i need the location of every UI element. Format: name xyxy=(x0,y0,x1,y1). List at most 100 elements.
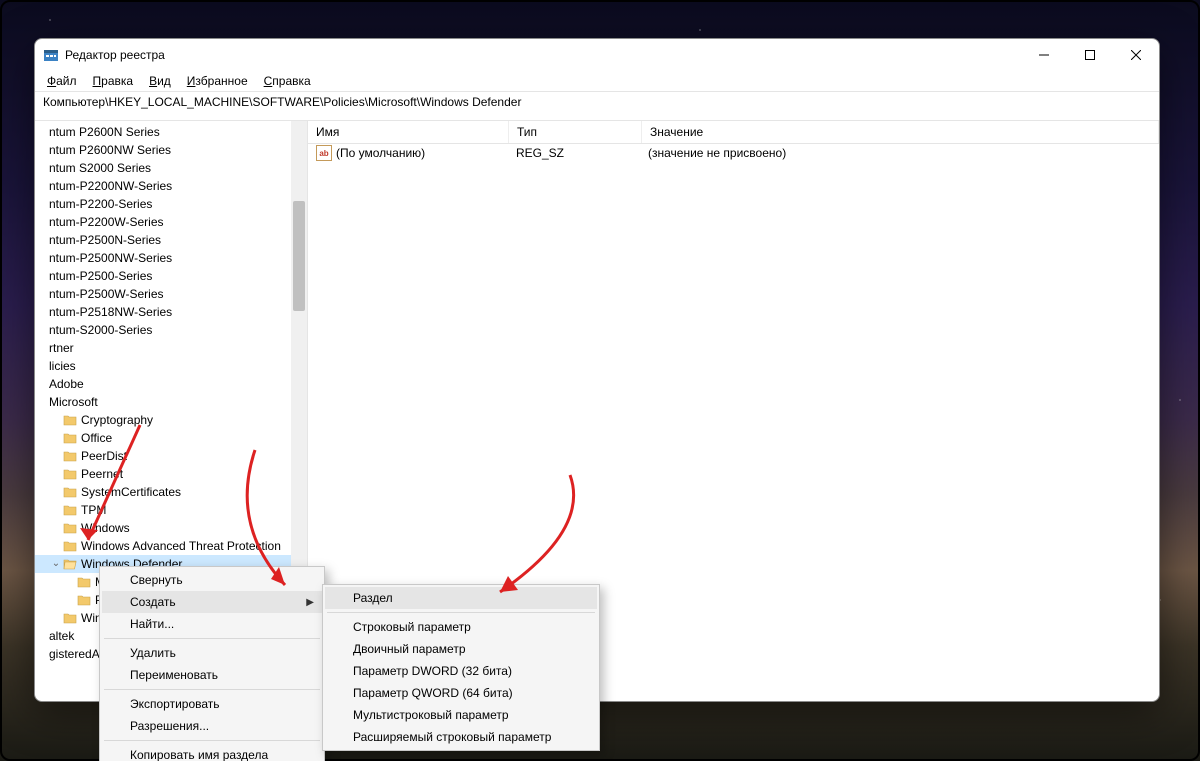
tree-item-label: ntum-P2500N-Series xyxy=(49,231,161,249)
folder-icon xyxy=(63,540,77,552)
folder-icon xyxy=(63,450,77,462)
context-menu: Свернуть Создать ▶ Найти... Удалить Пере… xyxy=(99,566,325,761)
tree-item[interactable]: Office xyxy=(35,429,307,447)
context-submenu-new: Раздел Строковый параметр Двоичный парам… xyxy=(322,584,600,751)
ctx-permissions[interactable]: Разрешения... xyxy=(102,715,322,737)
tree-item[interactable]: Windows Advanced Threat Protection xyxy=(35,537,307,555)
tree-item-label: ntum-P2518NW-Series xyxy=(49,303,172,321)
tree-item[interactable]: ntum S2000 Series xyxy=(35,159,307,177)
reg-sz-icon: ab xyxy=(316,145,332,161)
tree-item[interactable]: rtner xyxy=(35,339,307,357)
tree-item-label: Microsoft xyxy=(49,393,98,411)
tree-item[interactable]: ntum-S2000-Series xyxy=(35,321,307,339)
tree-item[interactable]: ntum-P2500-Series xyxy=(35,267,307,285)
ctx-new[interactable]: Создать ▶ xyxy=(102,591,322,613)
tree-item-label: Cryptography xyxy=(81,411,153,429)
tree-item[interactable]: ntum-P2200-Series xyxy=(35,195,307,213)
ctx-new-key[interactable]: Раздел xyxy=(325,587,597,609)
ctx-export[interactable]: Экспортировать xyxy=(102,693,322,715)
tree-item[interactable]: TPM xyxy=(35,501,307,519)
desktop-wallpaper: Редактор реестра Файл Правка Вид Избранн… xyxy=(0,0,1200,761)
ctx-copy-key-name[interactable]: Копировать имя раздела xyxy=(102,744,322,761)
titlebar[interactable]: Редактор реестра xyxy=(35,39,1159,71)
folder-icon xyxy=(77,576,91,588)
col-value[interactable]: Значение xyxy=(642,121,1159,143)
ctx-find[interactable]: Найти... xyxy=(102,613,322,635)
tree-item[interactable]: ntum-P2518NW-Series xyxy=(35,303,307,321)
tree-item[interactable]: Windows xyxy=(35,519,307,537)
ctx-new-multistring[interactable]: Мультистроковый параметр xyxy=(325,704,597,726)
menu-file[interactable]: Файл xyxy=(41,72,83,90)
submenu-arrow-icon: ▶ xyxy=(306,597,314,608)
value-row-default[interactable]: ab (По умолчанию) REG_SZ (значение не пр… xyxy=(308,144,1159,162)
tree-item-label: Peernet xyxy=(81,465,123,483)
tree-item-label: ntum P2600N Series xyxy=(49,123,160,141)
tree-item[interactable]: SystemCertificates xyxy=(35,483,307,501)
value-data: (значение не присвоено) xyxy=(640,146,1159,160)
col-name[interactable]: Имя xyxy=(308,121,509,143)
tree-item-label: ntum-P2200-Series xyxy=(49,195,152,213)
tree-item[interactable]: Peernet xyxy=(35,465,307,483)
menu-favorites[interactable]: Избранное xyxy=(181,72,254,90)
ctx-new-binary[interactable]: Двоичный параметр xyxy=(325,638,597,660)
ctx-new-qword[interactable]: Параметр QWORD (64 бита) xyxy=(325,682,597,704)
tree-item[interactable]: ntum-P2200W-Series xyxy=(35,213,307,231)
folder-icon xyxy=(63,486,77,498)
tree-item-label: ntum-P2500-Series xyxy=(49,267,152,285)
ctx-new-dword[interactable]: Параметр DWORD (32 бита) xyxy=(325,660,597,682)
tree-item-label: PeerDist xyxy=(81,447,127,465)
menu-help[interactable]: Справка xyxy=(258,72,317,90)
folder-icon xyxy=(63,612,77,624)
address-bar[interactable]: Компьютер\HKEY_LOCAL_MACHINE\SOFTWARE\Po… xyxy=(35,91,1159,121)
tree-item-label: TPM xyxy=(81,501,106,519)
tree-item[interactable]: ntum P2600N Series xyxy=(35,123,307,141)
menu-edit[interactable]: Правка xyxy=(87,72,140,90)
tree-item-label: ntum-S2000-Series xyxy=(49,321,152,339)
ctx-rename[interactable]: Переименовать xyxy=(102,664,322,686)
menu-view[interactable]: Вид xyxy=(143,72,177,90)
tree-item[interactable]: Adobe xyxy=(35,375,307,393)
regedit-app-icon xyxy=(43,47,59,63)
ctx-delete[interactable]: Удалить xyxy=(102,642,322,664)
tree-item[interactable]: ntum-P2200NW-Series xyxy=(35,177,307,195)
tree-item-label: ntum-P2200W-Series xyxy=(49,213,164,231)
tree-item-label: ntum-P2500W-Series xyxy=(49,285,164,303)
col-type[interactable]: Тип xyxy=(509,121,642,143)
tree-item[interactable]: ntum P2600NW Series xyxy=(35,141,307,159)
tree-item[interactable]: licies xyxy=(35,357,307,375)
ctx-collapse[interactable]: Свернуть xyxy=(102,569,322,591)
tree-item[interactable]: ntum-P2500NW-Series xyxy=(35,249,307,267)
folder-icon xyxy=(77,594,91,606)
folder-icon xyxy=(63,468,77,480)
ctx-new-string[interactable]: Строковый параметр xyxy=(325,616,597,638)
tree-item-label: gisteredAr xyxy=(49,645,104,663)
minimize-button[interactable] xyxy=(1021,39,1067,71)
value-name: (По умолчанию) xyxy=(336,146,425,160)
tree-item-label: ntum-P2500NW-Series xyxy=(49,249,172,267)
tree-item[interactable]: Cryptography xyxy=(35,411,307,429)
tree-item-label: Windows xyxy=(81,519,130,537)
maximize-button[interactable] xyxy=(1067,39,1113,71)
tree-item-label: ntum-P2200NW-Series xyxy=(49,177,172,195)
folder-icon xyxy=(63,558,77,570)
folder-icon xyxy=(63,432,77,444)
values-header[interactable]: Имя Тип Значение xyxy=(308,121,1159,144)
tree-item-label: SystemCertificates xyxy=(81,483,181,501)
tree-item-label: ntum P2600NW Series xyxy=(49,141,171,159)
folder-icon xyxy=(63,522,77,534)
tree-item-label: altek xyxy=(49,627,74,645)
tree-item-label: licies xyxy=(49,357,76,375)
tree-item[interactable]: PeerDist xyxy=(35,447,307,465)
tree-item-label: Adobe xyxy=(49,375,84,393)
tree-item[interactable]: Microsoft xyxy=(35,393,307,411)
menubar: Файл Правка Вид Избранное Справка xyxy=(35,71,1159,91)
tree-item[interactable]: ntum-P2500W-Series xyxy=(35,285,307,303)
close-button[interactable] xyxy=(1113,39,1159,71)
tree-item-label: rtner xyxy=(49,339,74,357)
tree-item[interactable]: ntum-P2500N-Series xyxy=(35,231,307,249)
chevron-down-icon[interactable]: ⌄ xyxy=(49,555,63,573)
value-type: REG_SZ xyxy=(508,146,640,160)
ctx-new-expandstring[interactable]: Расширяемый строковый параметр xyxy=(325,726,597,748)
scrollbar-thumb[interactable] xyxy=(293,201,305,311)
window-title: Редактор реестра xyxy=(65,48,165,62)
